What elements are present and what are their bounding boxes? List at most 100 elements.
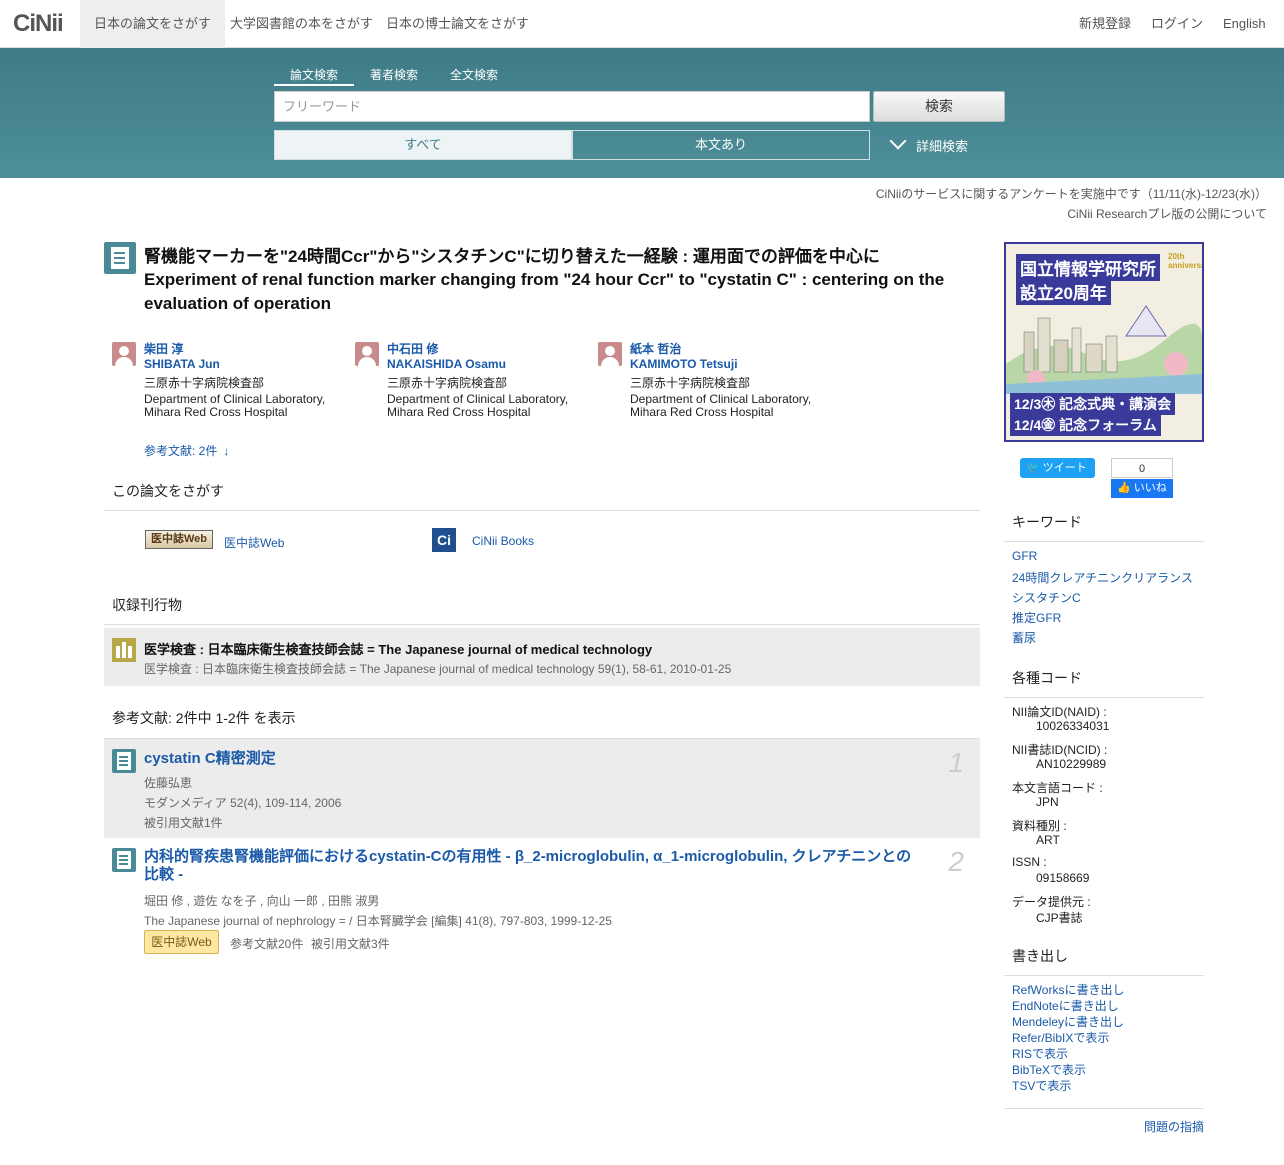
tab-article-search[interactable]: 論文検索 xyxy=(274,66,355,86)
divider xyxy=(1004,1108,1204,1109)
naid-value: 10026334031 xyxy=(1036,719,1110,733)
avatar-icon xyxy=(112,342,136,366)
keyword-link[interactable]: 蓄尿 xyxy=(1012,629,1036,646)
reference-number: 2 xyxy=(948,846,964,877)
export-endnote[interactable]: EndNoteに書き出し xyxy=(1012,997,1119,1014)
keyword-link[interactable]: 24時間クレアチニンクリアランス xyxy=(1012,569,1193,586)
author-name-ja[interactable]: 中石田 修 xyxy=(387,342,627,357)
keywords-heading: キーワード xyxy=(1004,512,1204,542)
filter-all[interactable]: すべて xyxy=(274,130,572,160)
tab-fulltext-search[interactable]: 全文検索 xyxy=(434,66,514,86)
export-refworks[interactable]: RefWorksに書き出し xyxy=(1012,981,1124,998)
english-link[interactable]: English xyxy=(1223,0,1266,48)
search-input[interactable]: フリーワード xyxy=(274,91,870,122)
survey-notice[interactable]: CiNiiのサービスに関するアンケートを実施中です（11/11(水)-12/23… xyxy=(876,185,1267,202)
cinii-books-icon[interactable]: Ci xyxy=(432,528,456,552)
reference-title[interactable]: cystatin C精密測定 xyxy=(144,750,924,768)
author-card: 中石田 修 NAKAISHIDA Osamu 三原赤十字病院検査部 Depart… xyxy=(355,342,627,420)
article-icon xyxy=(112,848,136,872)
cinii-books-link[interactable]: CiNii Books xyxy=(472,534,534,548)
tab-dissertations[interactable]: 日本の博士論文をさがす xyxy=(372,0,543,48)
search-band: 論文検索 著者検索 全文検索 フリーワード 検索 すべて 本文あり 詳細検索 xyxy=(0,48,1284,178)
ichushi-badge[interactable]: 医中誌Web xyxy=(144,930,219,954)
export-tsv[interactable]: TSVで表示 xyxy=(1012,1077,1071,1094)
author-affiliation-ja: 三原赤十字病院検査部 xyxy=(144,376,265,390)
export-bibtex[interactable]: BibTeXで表示 xyxy=(1012,1061,1086,1078)
tweet-button[interactable]: 🐦 ツイート xyxy=(1020,458,1095,478)
references-label: 参考文献: 2件中 1-2件 を表示 xyxy=(112,710,296,726)
avatar-icon xyxy=(355,342,379,366)
author-affiliation-ja: 三原赤十字病院検査部 xyxy=(630,376,751,390)
naid-label: NII論文ID(NAID) : xyxy=(1012,705,1107,719)
author-name-ja[interactable]: 柴田 淳 xyxy=(144,342,384,357)
banner-event-1: 12/3㊍ 記念式典・講演会 xyxy=(1010,393,1176,415)
reference-cited[interactable]: 被引用文献1件 xyxy=(144,814,223,831)
author-name-ja[interactable]: 紙本 哲治 xyxy=(630,342,870,357)
author-name-en[interactable]: KAMIMOTO Tetsuji xyxy=(630,357,870,372)
article-icon xyxy=(104,242,136,274)
like-button[interactable]: 👍 いいね xyxy=(1111,479,1173,498)
search-this-heading: この論文をさがす xyxy=(104,481,980,511)
tab-japanese-articles[interactable]: 日本の論文をさがす xyxy=(80,0,226,48)
reference-refs[interactable]: 参考文献20件 xyxy=(230,935,303,952)
article-title-ja: 腎機能マーカーを"24時間Ccr"から"シスタチンC"に切り替えた一経験 : 運… xyxy=(144,247,880,266)
ichushi-logo[interactable]: 医中誌Web xyxy=(145,530,213,549)
export-mendeley[interactable]: Mendeleyに書き出し xyxy=(1012,1013,1124,1030)
reference-count-link[interactable]: 参考文献: 2件 ↓ xyxy=(144,442,229,459)
reference-item: 内科的腎疾患腎機能評価におけるcystatin-Cの有用性 - β_2-micr… xyxy=(104,838,980,958)
advanced-search-label: 詳細検索 xyxy=(916,139,969,154)
reference-number: 1 xyxy=(948,747,964,778)
journal-title[interactable]: 医学検査 : 日本臨床衛生検査技師会誌 = The Japanese journ… xyxy=(144,639,652,658)
export-refer[interactable]: Refer/BibIXで表示 xyxy=(1012,1029,1109,1046)
author-name-en[interactable]: NAKAISHIDA Osamu xyxy=(387,357,627,372)
export-heading: 書き出し xyxy=(1004,946,1204,976)
report-problem-link[interactable]: 問題の指摘 xyxy=(1144,1118,1204,1135)
author-card: 柴田 淳 SHIBATA Jun 三原赤十字病院検査部 Department o… xyxy=(112,342,384,420)
advanced-search-toggle[interactable]: 詳細検索 xyxy=(889,132,969,155)
top-nav: CiNii 日本の論文をさがす 大学図書館の本をさがす 日本の博士論文をさがす … xyxy=(0,0,1284,48)
tab-university-books[interactable]: 大学図書館の本をさがす xyxy=(216,0,387,48)
author-affiliation-en-2: Mihara Red Cross Hospital xyxy=(144,405,288,419)
keyword-link[interactable]: シスタチンC xyxy=(1012,589,1081,606)
search-button[interactable]: 検索 xyxy=(873,91,1005,122)
register-link[interactable]: 新規登録 xyxy=(1079,0,1131,48)
reference-count-label: 参考文献: 2件 xyxy=(144,444,218,458)
reference-cited[interactable]: 被引用文献3件 xyxy=(311,935,390,952)
like-count: 0 xyxy=(1111,458,1173,478)
tab-author-search[interactable]: 著者検索 xyxy=(354,66,434,86)
research-notice[interactable]: CiNii Researchプレ版の公開について xyxy=(1067,205,1267,222)
article-title-en: Experiment of renal function marker chan… xyxy=(144,270,945,313)
provider-value: CJP書誌 xyxy=(1036,911,1083,925)
reference-source: モダンメディア 52(4), 109-114, 2006 xyxy=(144,796,342,810)
arrow-down-icon: ↓ xyxy=(223,444,230,458)
author-name-en[interactable]: SHIBATA Jun xyxy=(144,357,384,372)
reference-title[interactable]: 内科的腎疾患腎機能評価におけるcystatin-Cの有用性 - β_2-micr… xyxy=(144,848,924,884)
ncid-link[interactable]: AN10229989 xyxy=(1036,757,1106,771)
ichushi-link[interactable]: 医中誌Web xyxy=(224,534,284,551)
author-affiliation-en-2: Mihara Red Cross Hospital xyxy=(630,405,774,419)
language-value: JPN xyxy=(1036,795,1059,809)
login-link[interactable]: ログイン xyxy=(1151,0,1203,48)
author-affiliation-en: Department of Clinical Laboratory, xyxy=(144,391,326,406)
author-affiliation-en-2: Mihara Red Cross Hospital xyxy=(387,405,531,419)
author-affiliation-en: Department of Clinical Laboratory, xyxy=(630,391,812,406)
filter-fulltext[interactable]: 本文あり xyxy=(572,130,870,160)
keyword-link[interactable]: GFR xyxy=(1012,549,1037,563)
provider-label: データ提供元 : xyxy=(1012,895,1091,909)
like-label: いいね xyxy=(1133,482,1167,494)
journal-citation: 医学検査 : 日本臨床衛生検査技師会誌 = The Japanese journ… xyxy=(144,662,732,676)
codes-heading: 各種コード xyxy=(1004,668,1204,698)
banner-event-2: 12/4㊎ 記念フォーラム xyxy=(1010,414,1161,436)
export-ris[interactable]: RISで表示 xyxy=(1012,1045,1068,1062)
keyword-link[interactable]: 推定GFR xyxy=(1012,609,1061,626)
nii-20th-anniversary-banner[interactable]: 国立情報学研究所 設立20周年 20th anniversary 12/3㊍ 記… xyxy=(1004,242,1204,442)
author-affiliation-en: Department of Clinical Laboratory, xyxy=(387,391,569,406)
reference-source: The Japanese journal of nephrology = / 日… xyxy=(144,914,612,928)
tweet-label: ツイート xyxy=(1042,462,1087,474)
twitter-icon: 🐦 xyxy=(1026,462,1040,474)
cinii-logo[interactable]: CiNii xyxy=(13,10,64,38)
banner-anniversary-mark: 20th anniversary xyxy=(1168,252,1202,270)
author-card: 紙本 哲治 KAMIMOTO Tetsuji 三原赤十字病院検査部 Depart… xyxy=(598,342,870,420)
reference-author: 堀田 修 , 遊佐 なを子 , 向山 一郎 , 田熊 淑男 xyxy=(144,894,380,908)
type-label: 資料種別 : xyxy=(1012,819,1067,833)
